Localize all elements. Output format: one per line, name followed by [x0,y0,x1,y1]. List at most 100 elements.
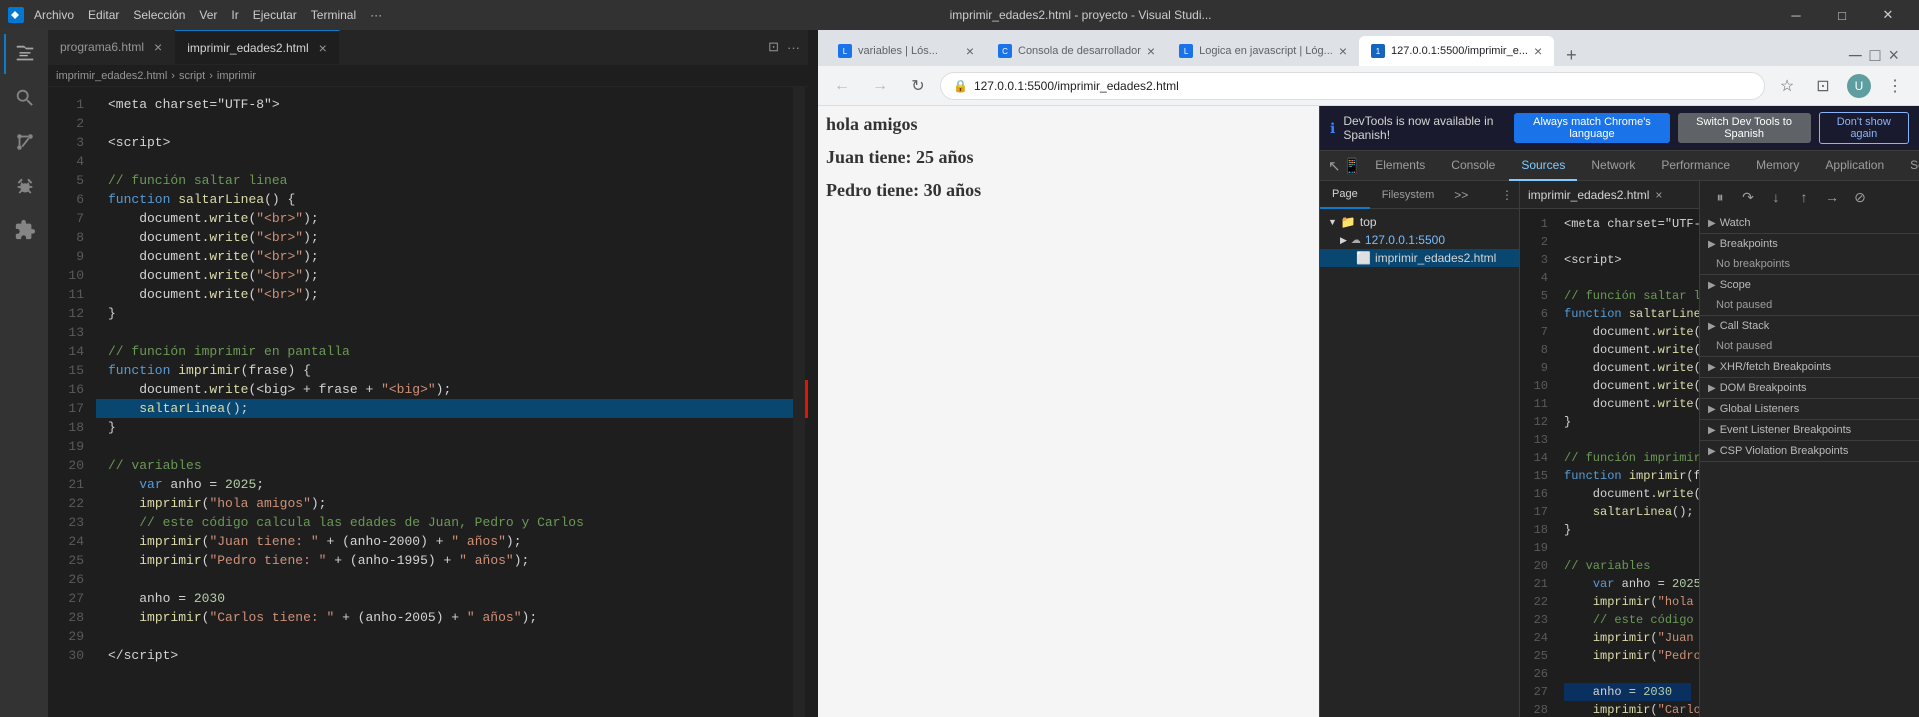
more-tabs-icon[interactable]: ··· [787,40,800,55]
dom-header[interactable]: ▶ DOM Breakpoints [1700,378,1919,398]
call-stack-section: ▶ Call Stack Not paused [1700,316,1919,357]
dom-label: DOM Breakpoints [1720,382,1807,394]
folder-icon: 📁 [1341,215,1356,229]
breadcrumb-script[interactable]: script [179,70,205,82]
title-bar-menu[interactable]: Archivo Editar Selección Ver Ir Ejecutar… [28,8,388,22]
server-label: 127.0.0.1:5500 [1365,233,1445,247]
csp-header[interactable]: ▶ CSP Violation Breakpoints [1700,441,1919,461]
devtools-tab-network[interactable]: Network [1579,151,1647,181]
menu-terminal[interactable]: Terminal [305,8,362,22]
browser-tab-close-2[interactable]: × [1147,43,1155,59]
editor-tab-imprimir[interactable]: imprimir_edades2.html × [175,30,340,64]
code-content[interactable]: <meta charset="UTF-8"> <script> // funci… [96,87,793,717]
menu-ejecutar[interactable]: Ejecutar [247,8,303,22]
new-tab-button[interactable]: + [1558,45,1585,66]
editor-tab-programa6[interactable]: programa6.html × [48,30,175,64]
sources-tab-page[interactable]: Page [1320,181,1370,209]
code-editor[interactable]: 1234567891011121314151617181920212223242… [48,87,808,717]
sources-code-content[interactable]: 1234567891011121314151617181920212223242… [1520,209,1699,717]
deactivate-breakpoints-button[interactable]: ⊘ [1848,185,1872,209]
browser-tab-close-3[interactable]: × [1339,43,1347,59]
activity-search[interactable] [4,78,44,118]
devtools-tab-console[interactable]: Console [1439,151,1507,181]
sources-tab-options[interactable]: ⋮ [1495,188,1519,202]
favicon-logica: L [1179,44,1193,58]
step-into-button[interactable]: ↓ [1764,185,1788,209]
devtools-tab-application[interactable]: Application [1813,151,1896,181]
global-label: Global Listeners [1720,403,1800,415]
browser-tab-close-1[interactable]: × [966,43,974,59]
forward-button[interactable]: → [864,70,896,102]
activity-debug[interactable] [4,166,44,206]
file-tree-top[interactable]: ▼ 📁 top [1320,213,1519,231]
browser-tab-close-4[interactable]: × [1534,43,1542,59]
favicon-consola: C [998,44,1012,58]
always-match-button[interactable]: Always match Chrome's language [1514,113,1669,143]
devtools-tab-memory[interactable]: Memory [1744,151,1811,181]
call-stack-label: Call Stack [1720,320,1770,332]
debug-toolbar: ⏸ ↷ ↓ ↑ → ⊘ [1700,181,1919,213]
maximize-button[interactable]: □ [1819,0,1865,30]
browser-tab-consola[interactable]: C Consola de desarrollador × [986,36,1167,66]
browser-maximize[interactable]: □ [1870,45,1881,66]
pause-button[interactable]: ⏸ [1708,185,1732,209]
devtools-pointer-icon[interactable]: ↖ [1328,152,1341,180]
event-header[interactable]: ▶ Event Listener Breakpoints [1700,420,1919,440]
file-tree-file[interactable]: ⬜ imprimir_edades2.html [1320,249,1519,267]
browser-tab-variables[interactable]: L variables | Lós... × [826,36,986,66]
close-button[interactable]: ✕ [1865,0,1911,30]
browser-tab-title-4: 127.0.0.1:5500/imprimir_e... [1391,45,1528,57]
breadcrumb-function[interactable]: imprimir [217,70,256,82]
more-button[interactable]: ⋮ [1879,70,1911,102]
address-bar[interactable]: 🔒 127.0.0.1:5500/imprimir_edades2.html [940,72,1765,100]
reload-button[interactable]: ↻ [902,70,934,102]
browser-tab-logica[interactable]: L Logica en javascript | Lóg... × [1167,36,1359,66]
sources-file-close[interactable]: × [1655,188,1662,202]
breadcrumb-file[interactable]: imprimir_edades2.html [56,70,167,82]
menu-ir[interactable]: Ir [225,8,244,22]
devtools-tab-performance[interactable]: Performance [1649,151,1742,181]
switch-to-spanish-button[interactable]: Switch Dev Tools to Spanish [1678,113,1811,143]
back-button[interactable]: ← [826,70,858,102]
watch-header[interactable]: ▶ Watch [1700,213,1919,233]
activity-git[interactable] [4,122,44,162]
menu-seleccion[interactable]: Selección [127,8,191,22]
extension-button[interactable]: ⊡ [1807,70,1839,102]
scope-header[interactable]: ▶ Scope [1700,275,1919,295]
devtools-tab-sources[interactable]: Sources [1509,151,1577,181]
file-tree-server[interactable]: ▶ ☁ 127.0.0.1:5500 [1320,231,1519,249]
global-header[interactable]: ▶ Global Listeners [1700,399,1919,419]
split-editor-icon[interactable]: ⊡ [768,39,779,55]
sources-tab-filesystem[interactable]: Filesystem [1370,181,1447,209]
tab-close-imprimir[interactable]: × [319,40,327,56]
menu-editar[interactable]: Editar [82,8,125,22]
dont-show-button[interactable]: Don't show again [1819,112,1909,144]
call-stack-header[interactable]: ▶ Call Stack [1700,316,1919,336]
devtools-device-icon[interactable]: 📱 [1343,152,1362,180]
star-button[interactable]: ☆ [1771,70,1803,102]
devtools-tab-security[interactable]: Security [1898,151,1919,181]
profile-button[interactable]: U [1843,70,1875,102]
breakpoints-header[interactable]: ▶ Breakpoints [1700,234,1919,254]
step-out-button[interactable]: ↑ [1792,185,1816,209]
step-button[interactable]: → [1820,185,1844,209]
browser-tab-title-2: Consola de desarrollador [1018,45,1141,57]
step-over-button[interactable]: ↷ [1736,185,1760,209]
sources-file-tab: imprimir_edades2.html × [1520,181,1699,209]
sources-code-text[interactable]: <meta charset="UTF-8"> <script> // funci… [1556,209,1699,717]
menu-ver[interactable]: Ver [193,8,223,22]
xhr-header[interactable]: ▶ XHR/fetch Breakpoints [1700,357,1919,377]
tab-close-programa6[interactable]: × [154,39,162,55]
browser-tab-active[interactable]: 1 127.0.0.1:5500/imprimir_e... × [1359,36,1554,66]
browser-close[interactable]: × [1888,45,1899,66]
minimize-button[interactable]: ─ [1773,0,1819,30]
activity-extensions[interactable] [4,210,44,250]
menu-archivo[interactable]: Archivo [28,8,80,22]
browser-minimize[interactable]: ─ [1849,45,1862,66]
breadcrumb: imprimir_edades2.html › script › imprimi… [48,65,808,87]
sources-tab-more[interactable]: >> [1446,188,1476,202]
devtools-tab-elements[interactable]: Elements [1363,151,1437,181]
menu-more[interactable]: ··· [364,8,388,22]
csp-arrow: ▶ [1708,446,1716,457]
activity-explorer[interactable] [4,34,44,74]
